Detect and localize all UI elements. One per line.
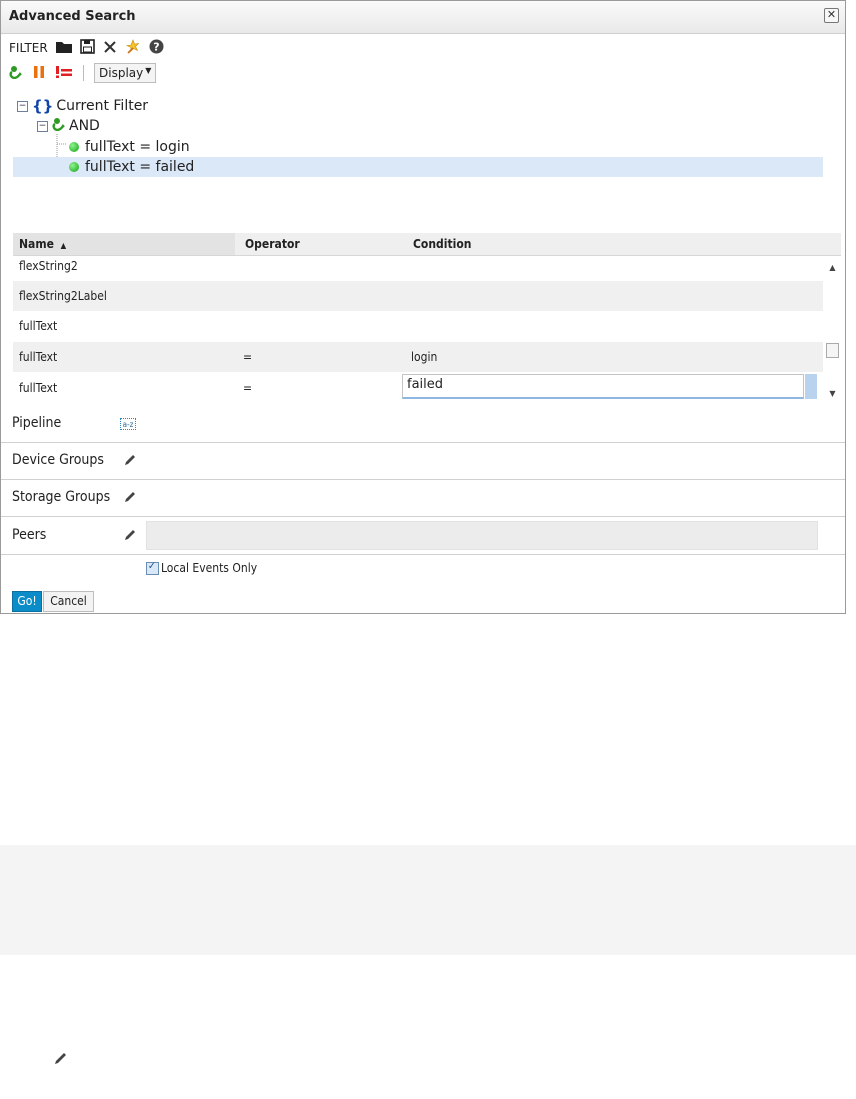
local-events-label: Local Events Only xyxy=(161,561,258,575)
table-row[interactable]: fullText xyxy=(13,311,823,341)
dialog-titlebar[interactable]: Advanced Search ✕ xyxy=(1,1,845,34)
advanced-search-dialog: Advanced Search ✕ FILTER ? Display ▼ − {… xyxy=(0,0,846,614)
tree-condition-login[interactable]: fullText = login xyxy=(69,137,190,157)
sort-az-icon[interactable]: a-z xyxy=(120,418,136,430)
dialog-title: Advanced Search xyxy=(9,9,136,24)
and-icon xyxy=(52,117,66,135)
cell-operator: = xyxy=(243,381,253,395)
device-groups-row: Device Groups xyxy=(1,442,845,480)
not-icon[interactable] xyxy=(55,65,73,82)
cell-name: fullText xyxy=(19,350,58,364)
delete-icon[interactable] xyxy=(103,40,117,57)
tree-condition-failed[interactable]: fullText = failed xyxy=(13,157,823,177)
pipeline-label: Pipeline xyxy=(12,415,62,431)
tree-node-root[interactable]: − {} Current Filter xyxy=(17,96,148,116)
filter-label: FILTER xyxy=(9,41,48,55)
condition-input-edge xyxy=(805,374,817,399)
cell-name: flexString2Label xyxy=(19,289,107,303)
edit-device-groups-pencil-icon[interactable] xyxy=(123,453,137,467)
tree-and-label: AND xyxy=(69,118,100,134)
table-row[interactable]: fullText = login xyxy=(13,342,823,372)
background-pencil-icon[interactable] xyxy=(53,1050,69,1066)
display-dropdown[interactable]: Display ▼ xyxy=(94,63,157,83)
column-header-condition[interactable]: Condition xyxy=(413,233,471,255)
grid-body: flexString2 flexString2Label fullText fu… xyxy=(13,257,823,403)
and-icon[interactable] xyxy=(9,65,23,82)
condition-input[interactable]: failed xyxy=(402,374,804,399)
braces-icon: {} xyxy=(32,97,54,115)
local-events-only-option[interactable]: Local Events Only xyxy=(146,561,257,575)
local-events-checkbox[interactable] xyxy=(146,561,159,575)
cell-name: fullText xyxy=(19,381,58,395)
condition-dot-icon xyxy=(69,162,79,172)
toolbar-divider xyxy=(83,65,84,81)
display-label: Display xyxy=(99,66,144,80)
magic-wand-icon[interactable] xyxy=(125,38,141,58)
cell-name: fullText xyxy=(19,319,58,333)
pipeline-row: Pipeline a-z xyxy=(1,405,845,443)
chevron-down-icon: ▼ xyxy=(145,66,152,75)
edit-peers-pencil-icon[interactable] xyxy=(123,528,137,542)
scroll-up-icon[interactable]: ▲ xyxy=(828,263,837,272)
collapse-icon[interactable]: − xyxy=(37,120,48,132)
tree-node-and[interactable]: − AND xyxy=(37,116,100,136)
cell-name: flexString2 xyxy=(19,259,78,273)
peers-label: Peers xyxy=(12,527,47,543)
condition-toolbar: Display ▼ xyxy=(9,61,157,85)
table-row[interactable]: fullText = failed xyxy=(13,373,823,403)
storage-groups-label: Storage Groups xyxy=(12,489,111,505)
tree-condition-label: fullText = login xyxy=(85,139,190,155)
column-header-name-label: Name xyxy=(19,237,54,251)
tree-root-label: Current Filter xyxy=(56,98,149,114)
open-folder-icon[interactable] xyxy=(55,40,72,56)
filter-toolbar: FILTER ? xyxy=(9,38,164,58)
svg-text:?: ? xyxy=(153,41,159,54)
cell-condition: login xyxy=(411,350,438,364)
device-groups-label: Device Groups xyxy=(12,452,104,468)
peers-field[interactable] xyxy=(146,521,818,550)
scroll-thumb[interactable] xyxy=(826,343,839,358)
grid-scrollbar[interactable]: ▲ ▼ xyxy=(824,257,841,403)
go-button[interactable]: Go! xyxy=(12,591,42,612)
collapse-icon[interactable]: − xyxy=(17,100,28,112)
close-icon[interactable]: ✕ xyxy=(824,8,839,23)
cell-operator: = xyxy=(243,350,253,364)
save-icon[interactable] xyxy=(79,39,95,57)
scroll-down-icon[interactable]: ▼ xyxy=(828,389,837,398)
storage-groups-row: Storage Groups xyxy=(1,479,845,517)
grid-header: Name ▲ Operator Condition xyxy=(13,233,841,256)
condition-dot-icon xyxy=(69,142,79,152)
cancel-button[interactable]: Cancel xyxy=(43,591,94,612)
column-header-name[interactable]: Name ▲ xyxy=(13,233,235,255)
help-icon[interactable]: ? xyxy=(149,39,164,57)
table-row[interactable]: flexString2Label xyxy=(13,281,823,311)
background-panel xyxy=(0,845,856,955)
edit-storage-groups-pencil-icon[interactable] xyxy=(123,490,137,504)
peers-row: Peers xyxy=(1,517,845,555)
column-header-operator[interactable]: Operator xyxy=(245,233,300,255)
table-row[interactable]: flexString2 xyxy=(13,257,823,281)
sort-ascending-icon: ▲ xyxy=(60,241,67,250)
or-icon[interactable] xyxy=(33,65,45,82)
tree-condition-label: fullText = failed xyxy=(85,159,195,175)
